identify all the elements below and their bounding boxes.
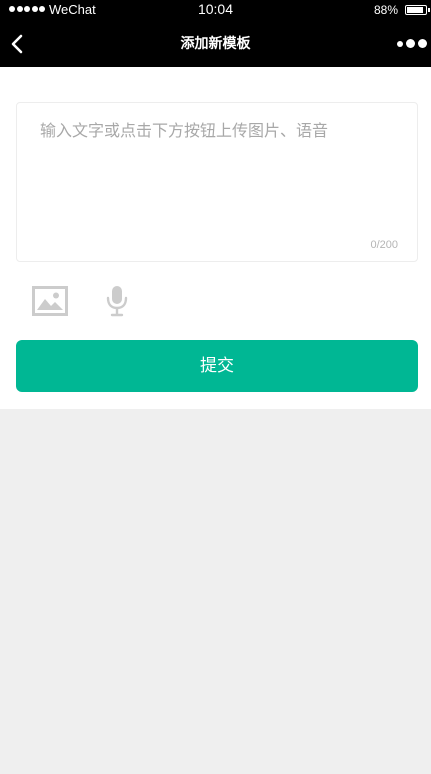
status-time: 10:04 [197,1,234,17]
battery-percent: 88% [373,3,398,17]
main-content: 0/200 提交 [0,67,431,409]
character-counter: 0/200 [370,239,398,251]
template-text-input[interactable] [40,117,400,227]
battery-tip [428,8,430,12]
more-dots-icon[interactable] [397,39,427,48]
submit-button[interactable]: 提交 [16,340,418,392]
microphone-icon [106,286,128,317]
battery-level-fill [407,7,423,13]
upload-image-button[interactable] [32,283,68,319]
battery-icon [405,5,427,15]
nav-bar: 添加新模板 [0,22,431,67]
text-input-box: 0/200 [16,102,418,262]
image-icon [32,286,68,316]
record-voice-button[interactable] [104,283,130,319]
page-title: 添加新模板 [180,36,251,52]
status-bar: WeChat 10:04 88% [0,0,431,22]
